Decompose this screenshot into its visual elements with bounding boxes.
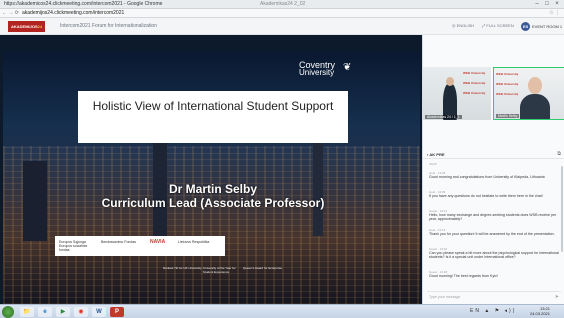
- window-titlebar: https://akademicos24.clickmeeting.com/in…: [0, 0, 564, 9]
- window-controls: – □ ×: [532, 0, 562, 8]
- chat-title: ▪ AK PRE: [427, 152, 445, 157]
- chat-message: Guest · 13:11 Hello, how many exchange a…: [429, 209, 559, 222]
- side-panel: WEB University WEB University WEB Univer…: [422, 35, 564, 304]
- start-button[interactable]: [2, 306, 14, 318]
- speaker-head: [528, 77, 542, 94]
- send-icon[interactable]: ➤: [555, 294, 559, 300]
- message-text: If you have any questions do not hesitat…: [429, 194, 543, 198]
- slide-title: Holistic View of International Student S…: [92, 99, 334, 113]
- presenter-head: [446, 77, 454, 86]
- speaker-info: Dr Martin Selby Curriculum Lead (Associa…: [83, 182, 343, 210]
- speaker-figure: [520, 94, 550, 119]
- event-name: Intercom2021 Forum for Internationalizat…: [60, 23, 157, 29]
- chat-message: Host · 13:09 If you have any questions d…: [429, 190, 559, 198]
- chat-message: Guest · 13:18 Good morning! The best reg…: [429, 270, 559, 278]
- user-name[interactable]: EVENT ROOM 1: [532, 24, 562, 29]
- chat-message: Guest · 13:16 Can you please speak a bit…: [429, 247, 559, 260]
- eu-logo: Europos Sąjunga Europos socialinis fonda…: [59, 240, 88, 252]
- navia-logo: NAVIA: [150, 239, 166, 245]
- slide-title-box: Holistic View of International Student S…: [78, 91, 348, 143]
- nav-buttons[interactable]: ← → ⟳: [2, 10, 19, 16]
- fullscreen-button[interactable]: ⤢ FULL SCREEN: [482, 23, 514, 28]
- maximize-icon[interactable]: □: [542, 0, 552, 8]
- wall-text: WEB University: [463, 91, 486, 95]
- taskbar-app-ie[interactable]: e: [38, 307, 52, 317]
- chat-header: ▪ AK PRE ⧉: [423, 150, 564, 159]
- clock[interactable]: 13:21 24.03.2021: [529, 306, 550, 316]
- footer-item: University of the Year for Student Exper…: [203, 266, 236, 274]
- address-bar: ← → ⟳ akademijos24.clickmeeting.com/inte…: [0, 9, 564, 18]
- wall-text: WEB University: [496, 72, 519, 76]
- browser-window: https://akademicos24.clickmeeting.com/in…: [0, 0, 564, 318]
- taskbar-app-explorer[interactable]: 📁: [20, 307, 34, 317]
- system-tray[interactable]: EN ▲ ⚑ ◂)): [470, 308, 516, 314]
- message-text: Can you please speak a bit more about th…: [429, 251, 559, 260]
- wall-text: WEB University: [496, 92, 519, 96]
- presentation-stage: Coventry University ❦ Holistic View of I…: [0, 35, 422, 304]
- lithuania-logo: Lietuvos Respublika: [178, 240, 210, 244]
- coventry-logo: Coventry University: [299, 61, 335, 77]
- chat-message: Host · 13:06 Good morning and congratula…: [429, 171, 559, 179]
- browser-menu-icons[interactable]: ☆ ⋮: [549, 10, 560, 16]
- taskbar-app-chrome[interactable]: ◉: [74, 307, 88, 317]
- message-text: Thank you for your question! It will be …: [429, 232, 555, 236]
- fullscreen-label: FULL SCREEN: [486, 23, 514, 28]
- chat-input[interactable]: Type your message: [429, 295, 460, 299]
- funding-logos: Europos Sąjunga Europos socialinis fonda…: [55, 236, 225, 256]
- video-tile-active[interactable]: WEB University WEB University WEB Univer…: [493, 67, 564, 120]
- minimize-icon[interactable]: –: [532, 0, 542, 8]
- wall-text: WEB University: [496, 82, 519, 86]
- section-label: CHAT: [429, 162, 437, 166]
- chat-message: Host · 13:13 Thank you for your question…: [429, 228, 559, 236]
- message-text: Good morning! The best regards from Kyiv…: [429, 274, 498, 278]
- wall-text: WEB University: [463, 71, 486, 75]
- close-icon[interactable]: ×: [552, 0, 562, 8]
- tower-shape: [23, 161, 47, 241]
- chat-header-label: AK PRE: [429, 152, 445, 157]
- chat-composer[interactable]: Type your message ➤: [427, 291, 561, 300]
- chat-section-label: CHAT: [429, 162, 559, 166]
- chat-list: CHAT Host · 13:06 Good morning and congr…: [423, 160, 564, 290]
- speaker-role: Curriculum Lead (Associate Professor): [101, 196, 325, 210]
- logo-text: AKADEMIJOS: [11, 24, 38, 29]
- window-center-text: Akademikas24 2_02: [260, 1, 306, 7]
- footer-item: Ranked 7th for UK University: [163, 266, 202, 270]
- presentation-slide: Coventry University ❦ Holistic View of I…: [3, 51, 420, 304]
- url-field[interactable]: akademijos24.clickmeeting.com/intercom20…: [22, 10, 124, 16]
- tab-title: https://akademicos24.clickmeeting.com/in…: [4, 1, 163, 7]
- message-text: Hello, how many exchange and degree-seek…: [429, 213, 557, 222]
- video-label: Martin Selby: [496, 114, 520, 118]
- chat-scrollbar[interactable]: [561, 166, 563, 252]
- message-text: Good morning and congratulations from Un…: [429, 175, 545, 179]
- coventry-brand-line2: University: [299, 68, 335, 77]
- app-header: AKADEMIJOS24 Intercom2021 Forum for Inte…: [0, 18, 564, 35]
- logo-accent: 24: [37, 24, 43, 29]
- city-background: [3, 146, 420, 304]
- video-tile[interactable]: WEB University WEB University WEB Univer…: [423, 67, 491, 120]
- fund-logo: Bendrasavimo Fondas: [101, 240, 137, 244]
- taskbar: 📁 e ▶ ◉ W P EN ▲ ⚑ ◂)) 13:21 24.03.2021: [0, 304, 564, 318]
- coventry-crest-icon: ❦: [343, 62, 352, 73]
- language-label: ENGLISH: [456, 23, 475, 28]
- avatar[interactable]: ES: [521, 22, 530, 31]
- taskbar-app-powerpoint[interactable]: P: [110, 307, 124, 317]
- taskbar-app-media[interactable]: ▶: [56, 307, 70, 317]
- akademijos-logo[interactable]: AKADEMIJOS24: [8, 21, 45, 32]
- video-label: Akademikas 24 / 1_1: [425, 115, 462, 119]
- footer-item: Queen's Award for Enterprise: [243, 266, 283, 270]
- language-button[interactable]: ◎ ENGLISH: [452, 23, 474, 28]
- taskbar-app-word[interactable]: W: [92, 307, 106, 317]
- clock-date: 24.03.2021: [529, 310, 550, 316]
- wall-text: WEB University: [463, 81, 486, 85]
- popout-icon[interactable]: ⧉: [557, 151, 561, 157]
- speaker-name: Dr Martin Selby: [168, 182, 258, 196]
